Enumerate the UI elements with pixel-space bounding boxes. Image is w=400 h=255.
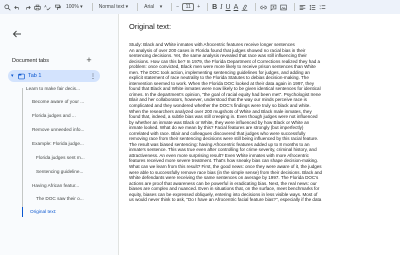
- highlight-icon[interactable]: [241, 2, 248, 12]
- paint-format-icon[interactable]: [54, 2, 61, 12]
- outline-item[interactable]: Having African featur...: [32, 183, 104, 188]
- decrease-font-size-button[interactable]: −: [176, 2, 179, 12]
- outline-active-marker: [22, 207, 23, 217]
- italic-button[interactable]: I: [220, 2, 222, 12]
- outline-item-active[interactable]: Original text:: [30, 209, 104, 214]
- bold-button[interactable]: B: [212, 2, 217, 12]
- outline-item[interactable]: Become aware of your ...: [32, 99, 104, 104]
- document-page[interactable]: Original text: Study: Black and White in…: [118, 14, 400, 255]
- search-menus-icon[interactable]: [4, 2, 11, 12]
- align-left-icon[interactable]: [299, 2, 306, 12]
- comment-icon[interactable]: [270, 2, 277, 12]
- tab-label: Tab 1: [28, 73, 42, 79]
- toolbar-divider: [171, 3, 173, 11]
- tab-1[interactable]: ▾ Tab 1 ⋮: [8, 70, 100, 82]
- zoom-value: 100%: [66, 4, 79, 10]
- spellcheck-icon[interactable]: A: [44, 2, 51, 12]
- svg-text:A: A: [44, 4, 47, 8]
- outline-item[interactable]: The DOC saw their o...: [36, 196, 104, 201]
- line-spacing-icon[interactable]: [309, 2, 316, 12]
- outline-item[interactable]: Remove unneeded info...: [32, 127, 104, 132]
- redo-icon[interactable]: [24, 2, 31, 12]
- zoom-select[interactable]: 100% ▾: [64, 2, 85, 12]
- toolbar-divider: [91, 3, 93, 11]
- font-select[interactable]: Arial ▾: [142, 2, 164, 12]
- toolbar-divider: [137, 3, 139, 11]
- document-tabs-sidebar: Document tabs + ▾ Tab 1 ⋮ Learn to make …: [0, 14, 108, 255]
- outline-item[interactable]: Florida judges sent m...: [36, 155, 104, 160]
- toolbar-divider: [255, 3, 257, 11]
- outline-item[interactable]: Sentencing guideline...: [36, 169, 104, 174]
- undo-icon[interactable]: [14, 2, 21, 12]
- font-value: Arial: [144, 4, 155, 10]
- toolbar: A 100% ▾ Normal text ▾ Arial ▾ − 11 + B …: [0, 0, 400, 14]
- text-color-button[interactable]: A: [234, 2, 239, 12]
- outline-item[interactable]: Example: Florida judge...: [32, 141, 104, 146]
- style-value: Normal text: [98, 4, 125, 10]
- toolbar-divider: [207, 3, 209, 11]
- tab-icon: [18, 73, 25, 80]
- body-text-line: us would never think to ask, "Do I have …: [129, 197, 322, 203]
- increase-font-size-button[interactable]: +: [197, 2, 200, 12]
- toolbar-divider: [294, 3, 296, 11]
- caret-down-icon[interactable]: ▾: [11, 73, 17, 79]
- checklist-icon[interactable]: [319, 2, 326, 12]
- underline-button[interactable]: U: [226, 2, 231, 12]
- document-body[interactable]: Study: Black and White inmates with Afro…: [129, 42, 391, 203]
- outline-item[interactable]: Florida judges and ...: [32, 113, 104, 118]
- outline-divider: [22, 88, 23, 212]
- section-heading: Original text:: [129, 22, 172, 31]
- outline-item[interactable]: Learn to make fair decis...: [26, 86, 104, 91]
- link-icon[interactable]: [260, 2, 267, 12]
- sidebar-title: Document tabs: [12, 58, 49, 64]
- font-size-input[interactable]: 11: [182, 3, 195, 11]
- style-select[interactable]: Normal text ▾: [97, 2, 130, 12]
- add-tab-button[interactable]: +: [84, 55, 94, 65]
- more-options-icon[interactable]: ⋮: [90, 73, 96, 80]
- print-icon[interactable]: [34, 2, 41, 12]
- back-arrow-icon[interactable]: [12, 26, 22, 38]
- image-icon[interactable]: [280, 2, 287, 12]
